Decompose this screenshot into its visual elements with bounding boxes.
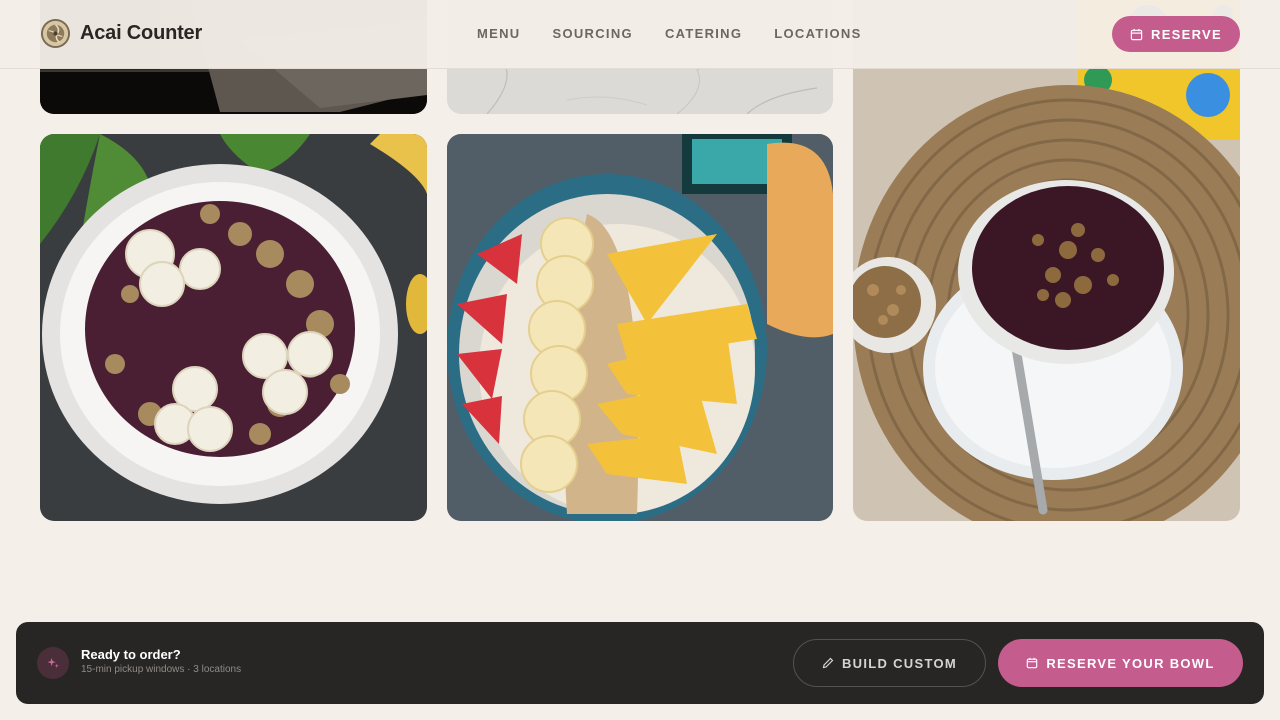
photo-smoothie-bowl-strawberry-banana-mango [447, 134, 833, 521]
nav-item-catering[interactable]: CATERING [665, 26, 742, 41]
reserve-your-bowl-label: RESERVE YOUR BOWL [1046, 655, 1215, 671]
brand-name: Acai Counter [80, 22, 203, 44]
reserve-button-label: RESERVE [1151, 26, 1222, 42]
cta-badge [37, 647, 69, 679]
build-custom-button[interactable]: BUILD CUSTOM [793, 639, 986, 687]
gallery-image-banana-granola[interactable] [40, 134, 427, 521]
nav-item-locations[interactable]: LOCATIONS [774, 26, 861, 41]
brand-link[interactable]: Acai Counter [40, 18, 202, 49]
gallery-image-smoothie-bowl[interactable] [447, 134, 833, 521]
photo-acai-bowl-granola-on-woven-placemat [853, 0, 1240, 521]
site-header: Acai Counter MENU SOURCING CATERING LOCA… [0, 0, 1280, 69]
reserve-button[interactable]: RESERVE [1112, 16, 1240, 52]
acai-bowl-logo [40, 18, 71, 49]
cta-subtitle: 15-min pickup windows · 3 locations [81, 664, 242, 675]
nav-item-menu[interactable]: MENU [477, 26, 520, 41]
photo-acai-bowl-banana-granola [40, 134, 427, 521]
calendar-icon [1130, 28, 1143, 40]
main-nav: MENU SOURCING CATERING LOCATIONS [477, 26, 862, 41]
reserve-your-bowl-button[interactable]: RESERVE YOUR BOWL [998, 639, 1243, 687]
sparkle-icon [46, 657, 59, 668]
calendar-icon [1027, 657, 1038, 669]
pencil-icon [822, 657, 834, 669]
gallery-image-woven-placemat[interactable] [853, 0, 1240, 521]
cta-title: Ready to order? [81, 647, 181, 662]
nav-item-sourcing[interactable]: SOURCING [552, 26, 632, 41]
build-custom-label: BUILD CUSTOM [841, 655, 958, 671]
order-cta-bar: Ready to order? 15-min pickup windows · … [16, 622, 1264, 704]
